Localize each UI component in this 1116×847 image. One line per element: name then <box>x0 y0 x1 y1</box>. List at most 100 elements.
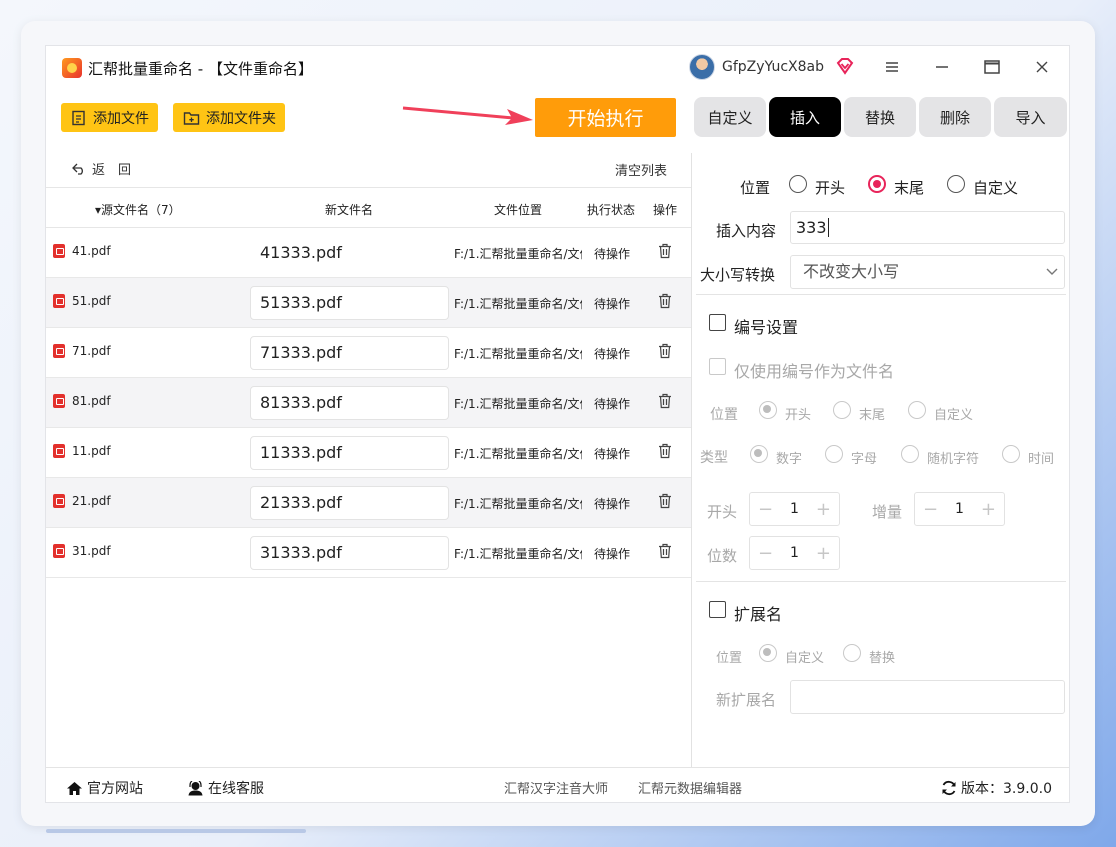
numbering-type-label: 类型 <box>700 450 728 466</box>
plus-icon[interactable]: + <box>816 543 831 564</box>
extension-checkbox[interactable] <box>709 601 726 618</box>
trash-icon[interactable] <box>658 493 672 509</box>
table-row[interactable]: 11.pdf 11333.pdf F:/1.汇帮批量重命名/文件 待操作 <box>46 428 691 478</box>
back-button[interactable]: 返 回 <box>72 159 131 178</box>
header-source[interactable]: ▾源文件名（7） <box>95 201 181 218</box>
vip-diamond-icon[interactable] <box>835 56 855 76</box>
close-icon[interactable] <box>1031 56 1053 78</box>
table-row[interactable]: 51.pdf 51333.pdf F:/1.汇帮批量重命名/文件 待操作 <box>46 278 691 328</box>
tab-import[interactable]: 导入 <box>994 97 1067 137</box>
tab-custom[interactable]: 自定义 <box>694 97 766 137</box>
pinyin-tool-link[interactable]: 汇帮汉字注音大师 <box>504 778 608 797</box>
table-row[interactable]: 71.pdf 71333.pdf F:/1.汇帮批量重命名/文件 待操作 <box>46 328 691 378</box>
plus-icon[interactable]: + <box>816 499 831 520</box>
new-filename-input[interactable]: 11333.pdf <box>250 436 449 470</box>
position-start-radio[interactable] <box>789 175 807 193</box>
clear-list-button[interactable]: 清空列表 <box>615 160 667 179</box>
source-filename: 81.pdf <box>72 394 111 408</box>
position-end-label[interactable]: 末尾 <box>894 177 924 198</box>
only-number-checkbox[interactable] <box>709 358 726 375</box>
minus-icon[interactable]: − <box>758 499 773 520</box>
trash-icon[interactable] <box>658 543 672 559</box>
table-row[interactable]: 81.pdf 81333.pdf F:/1.汇帮批量重命名/文件 待操作 <box>46 378 691 428</box>
official-website-link[interactable]: 官方网站 <box>66 778 143 798</box>
metadata-editor-link[interactable]: 汇帮元数据编辑器 <box>638 778 742 797</box>
table-row[interactable]: 21.pdf 21333.pdf F:/1.汇帮批量重命名/文件 待操作 <box>46 478 691 528</box>
insert-content-input[interactable]: 333 <box>790 211 1065 244</box>
table-header: ▾源文件名（7） 新文件名 文件位置 执行状态 操作 <box>46 187 691 228</box>
trash-icon[interactable] <box>658 293 672 309</box>
file-path: F:/1.汇帮批量重命名/文件 <box>454 247 582 261</box>
section-divider <box>696 581 1066 582</box>
position-custom-radio[interactable] <box>947 175 965 193</box>
numbering-checkbox[interactable] <box>709 314 726 331</box>
position-end-radio[interactable] <box>868 175 886 193</box>
back-arrow-icon <box>72 163 83 175</box>
new-filename-input[interactable]: 71333.pdf <box>250 336 449 370</box>
digits-stepper[interactable]: − 1 + <box>749 536 840 570</box>
ext-custom-radio[interactable] <box>759 644 777 662</box>
file-path: F:/1.汇帮批量重命名/文件 <box>454 297 582 311</box>
minus-icon[interactable]: − <box>923 499 938 520</box>
tab-insert[interactable]: 插入 <box>769 97 841 137</box>
type-letter-radio[interactable] <box>825 445 843 463</box>
num-position-start-radio[interactable] <box>759 401 777 419</box>
new-filename-input[interactable]: 41333.pdf <box>250 236 449 270</box>
pdf-file-icon <box>53 544 65 558</box>
trash-icon[interactable] <box>658 393 672 409</box>
num-position-custom-radio[interactable] <box>908 401 926 419</box>
username[interactable]: GfpZyYucX8ab <box>722 59 824 75</box>
online-support-link[interactable]: 在线客服 <box>187 778 264 798</box>
num-position-end-radio[interactable] <box>833 401 851 419</box>
case-conversion-select[interactable]: 不改变大小写 <box>790 255 1065 289</box>
position-start-label[interactable]: 开头 <box>815 177 845 198</box>
ext-replace-radio[interactable] <box>843 644 861 662</box>
new-filename-input[interactable]: 51333.pdf <box>250 286 449 320</box>
table-row[interactable]: 41.pdf 41333.pdf F:/1.汇帮批量重命名/文件 待操作 <box>46 228 691 278</box>
type-time-radio[interactable] <box>1002 445 1020 463</box>
table-row[interactable]: 31.pdf 31333.pdf F:/1.汇帮批量重命名/文件 待操作 <box>46 528 691 578</box>
ext-replace-label: 替换 <box>869 651 896 666</box>
horizontal-scrollbar[interactable] <box>46 829 306 833</box>
version-info[interactable]: 版本：3.9.0.0 <box>941 778 1052 798</box>
type-time-label: 时间 <box>1028 452 1055 467</box>
trash-icon[interactable] <box>658 343 672 359</box>
insert-content-label: 插入内容 <box>716 222 777 240</box>
type-letter-label: 字母 <box>851 452 878 467</box>
tab-delete[interactable]: 删除 <box>919 97 991 137</box>
source-filename: 51.pdf <box>72 294 111 308</box>
pdf-file-icon <box>53 244 65 258</box>
trash-icon[interactable] <box>658 443 672 459</box>
start-stepper[interactable]: − 1 + <box>749 492 840 526</box>
header-new: 新文件名 <box>325 203 374 217</box>
extension-label[interactable]: 扩展名 <box>734 601 782 625</box>
plus-icon[interactable]: + <box>981 499 996 520</box>
new-extension-label: 新扩展名 <box>716 691 777 709</box>
case-conversion-value: 不改变大小写 <box>803 262 900 281</box>
new-filename-input[interactable]: 81333.pdf <box>250 386 449 420</box>
case-conversion-label: 大小写转换 <box>700 266 776 284</box>
increment-stepper[interactable]: − 1 + <box>914 492 1005 526</box>
trash-icon[interactable] <box>658 243 672 259</box>
home-icon <box>67 781 82 795</box>
tab-replace[interactable]: 替换 <box>844 97 916 137</box>
new-filename-input[interactable]: 31333.pdf <box>250 536 449 570</box>
position-custom-label[interactable]: 自定义 <box>973 177 1018 198</box>
add-files-button[interactable]: 添加文件 <box>61 103 158 132</box>
minus-icon[interactable]: − <box>758 543 773 564</box>
pdf-file-icon <box>53 344 65 358</box>
new-extension-input[interactable] <box>790 680 1065 714</box>
avatar[interactable] <box>689 54 715 80</box>
minimize-icon[interactable] <box>931 56 953 78</box>
type-random-radio[interactable] <box>901 445 919 463</box>
new-filename-input[interactable]: 21333.pdf <box>250 486 449 520</box>
pdf-file-icon <box>53 294 65 308</box>
support-label: 在线客服 <box>208 781 264 797</box>
start-button[interactable]: 开始执行 <box>535 98 676 137</box>
maximize-icon[interactable] <box>981 56 1003 78</box>
menu-icon[interactable] <box>881 56 903 78</box>
type-number-radio[interactable] <box>750 445 768 463</box>
add-folder-button[interactable]: 添加文件夹 <box>173 103 285 132</box>
section-divider <box>696 294 1066 295</box>
numbering-label[interactable]: 编号设置 <box>734 314 798 338</box>
